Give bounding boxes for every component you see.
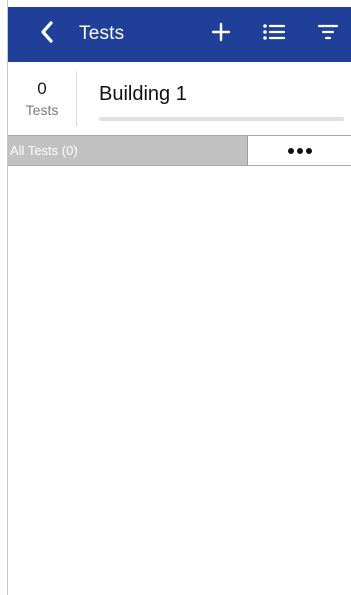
building-name: Building 1 <box>99 83 187 105</box>
add-test-button[interactable] <box>207 20 235 48</box>
page-title: Tests <box>79 23 125 44</box>
test-count-label: Tests <box>25 102 59 118</box>
more-dot-icon <box>287 147 294 154</box>
test-filter-bar: All Tests (0) <box>8 135 351 166</box>
all-tests-segment[interactable]: All Tests (0) <box>8 136 248 165</box>
plus-icon <box>210 21 232 48</box>
back-button[interactable] <box>32 19 62 49</box>
tests-screen: Tests 0 Tests Building 1 All Tests (0) <box>0 0 351 595</box>
top-app-bar: Tests <box>8 7 351 62</box>
list-view-button[interactable] <box>260 20 288 48</box>
more-dot-icon <box>305 147 312 154</box>
building-progress-bar <box>99 117 344 121</box>
test-count-value: 0 <box>37 79 47 98</box>
building-summary: 0 Tests Building 1 <box>8 62 351 134</box>
more-dot-icon <box>296 147 303 154</box>
more-options-button[interactable] <box>248 136 351 165</box>
all-tests-label: All Tests (0) <box>10 143 78 158</box>
list-icon <box>262 22 286 47</box>
chevron-left-icon <box>40 20 54 48</box>
filter-icon <box>317 23 339 46</box>
filter-button[interactable] <box>314 20 342 48</box>
test-count-box: 0 Tests <box>8 71 77 126</box>
